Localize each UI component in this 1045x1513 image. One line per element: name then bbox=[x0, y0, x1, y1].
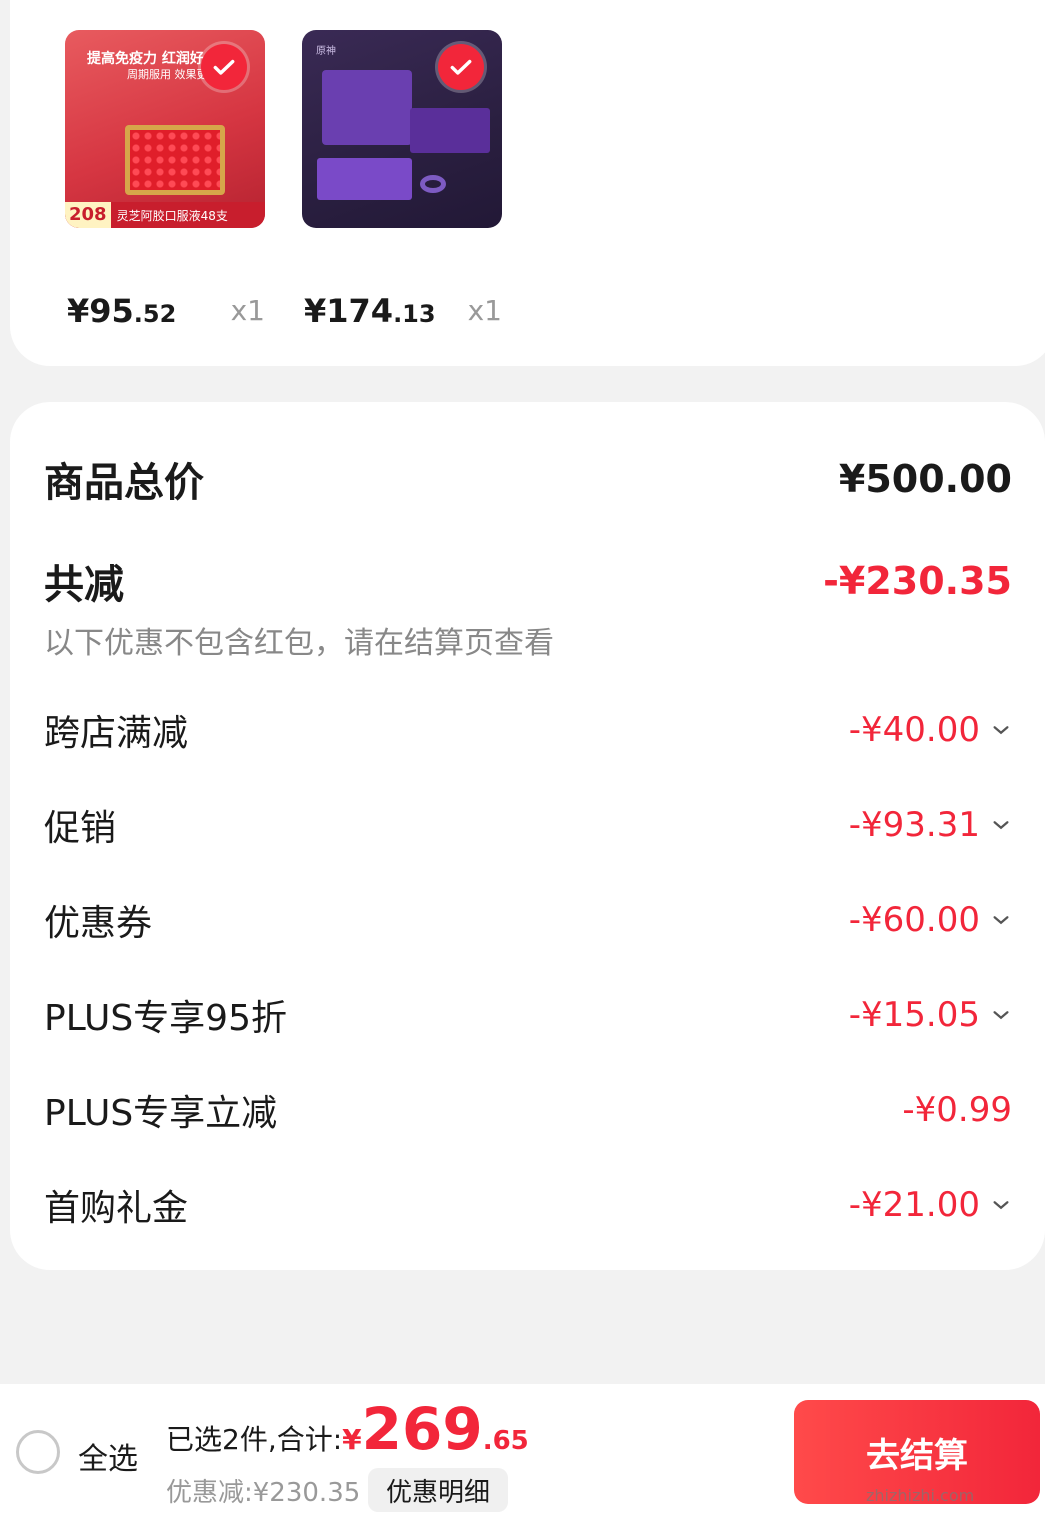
discount-label: 优惠券 bbox=[44, 903, 153, 944]
selected-check-icon[interactable] bbox=[201, 44, 247, 90]
discount-row-plus-95[interactable]: PLUS专享95折 -¥15.05 bbox=[44, 989, 1012, 1041]
product-thumbnail[interactable]: 提高免疫力 红润好 周期服用 效果更佳 208 灵芝阿胶口服液48支 bbox=[65, 30, 265, 228]
gift-box-graphic bbox=[410, 108, 490, 153]
thumbnail-description: 灵芝阿胶口服液48支 bbox=[116, 208, 228, 223]
thumbnail-headline: 提高免疫力 红润好 bbox=[87, 51, 204, 67]
discount-row-promotion[interactable]: 促销 -¥93.31 bbox=[44, 799, 1012, 851]
total-reduction-value: -¥230.35 bbox=[823, 559, 1012, 603]
total-reduction-row: 共减 -¥230.35 bbox=[44, 552, 1012, 610]
discount-row-cross-store[interactable]: 跨店满减 -¥40.00 bbox=[44, 704, 1012, 756]
product-box-graphic bbox=[125, 125, 225, 195]
gift-plate-graphic bbox=[317, 158, 412, 200]
discount-value: -¥15.05 bbox=[849, 995, 1012, 1035]
chevron-down-icon[interactable] bbox=[990, 719, 1012, 741]
discount-row-first-purchase[interactable]: 首购礼金 -¥21.00 bbox=[44, 1179, 1012, 1231]
selected-products-card: 提高免疫力 红润好 周期服用 效果更佳 208 灵芝阿胶口服液48支 ¥95.5… bbox=[10, 0, 1045, 366]
total-price-value: ¥500.00 bbox=[838, 457, 1012, 501]
price-summary-card: 商品总价 ¥500.00 共减 -¥230.35 以下优惠不包含红包，请在结算页… bbox=[10, 402, 1045, 1270]
chevron-down-icon[interactable] bbox=[990, 1004, 1012, 1026]
discount-total-text: 优惠减:¥230.35 bbox=[166, 1478, 361, 1508]
product-quantity: x1 bbox=[230, 294, 265, 327]
discount-label: 促销 bbox=[44, 808, 117, 849]
discount-value: -¥40.00 bbox=[849, 710, 1012, 750]
chevron-down-icon[interactable] bbox=[990, 814, 1012, 836]
discount-value: -¥60.00 bbox=[849, 900, 1012, 940]
watermark: zhizhizhi.com bbox=[866, 1486, 975, 1505]
total-amount-integer: 269 bbox=[361, 1395, 483, 1463]
discount-label: 跨店满减 bbox=[44, 713, 189, 754]
total-price-label: 商品总价 bbox=[44, 460, 204, 506]
selected-total: 已选2件,合计: ¥ 269 .65 bbox=[166, 1400, 529, 1458]
discount-value: -¥0.99 bbox=[902, 1090, 1012, 1130]
product-price-row: ¥95.52 x1 bbox=[65, 292, 265, 332]
product-item[interactable]: 提高免疫力 红润好 周期服用 效果更佳 208 灵芝阿胶口服液48支 ¥95.5… bbox=[65, 30, 265, 330]
discount-row-coupon[interactable]: 优惠券 -¥60.00 bbox=[44, 894, 1012, 946]
selected-check-icon[interactable] bbox=[438, 44, 484, 90]
discount-value: -¥21.00 bbox=[849, 1185, 1012, 1225]
product-item[interactable]: 原神 ¥174.13 x1 bbox=[302, 30, 502, 330]
product-price: ¥174.13 bbox=[304, 292, 436, 330]
discount-detail-button[interactable]: 优惠明细 bbox=[368, 1468, 508, 1512]
select-all-label[interactable]: 全选 bbox=[78, 1434, 138, 1478]
chevron-down-icon[interactable] bbox=[990, 1194, 1012, 1216]
select-all-radio[interactable] bbox=[16, 1430, 60, 1474]
product-thumbnail[interactable]: 原神 bbox=[302, 30, 502, 228]
gift-ring-graphic bbox=[420, 175, 446, 193]
product-price-row: ¥174.13 x1 bbox=[302, 292, 502, 332]
total-reduction-label: 共减 bbox=[44, 562, 124, 608]
product-quantity: x1 bbox=[467, 294, 502, 327]
total-price-row: 商品总价 ¥500.00 bbox=[44, 450, 1012, 508]
total-currency: ¥ bbox=[342, 1423, 362, 1456]
chevron-down-icon[interactable] bbox=[990, 909, 1012, 931]
total-amount-decimal: .65 bbox=[482, 1426, 529, 1456]
discount-value: -¥93.31 bbox=[849, 805, 1012, 845]
thumbnail-label: 208 灵芝阿胶口服液48支 bbox=[65, 202, 265, 228]
discount-label: PLUS专享立减 bbox=[44, 1093, 278, 1134]
thumbnail-price-tag: 208 bbox=[65, 202, 111, 228]
selected-count-text: 已选2件,合计: bbox=[166, 1423, 343, 1456]
discount-label: 首购礼金 bbox=[44, 1188, 189, 1229]
gift-box-graphic bbox=[322, 70, 412, 145]
discount-row-plus-instant: PLUS专享立减 -¥0.99 bbox=[44, 1084, 1012, 1136]
thumbnail-logo: 原神 bbox=[316, 46, 336, 57]
discount-note: 以下优惠不包含红包，请在结算页查看 bbox=[44, 626, 554, 661]
discount-label: PLUS专享95折 bbox=[44, 998, 287, 1039]
product-price: ¥95.52 bbox=[67, 292, 177, 330]
